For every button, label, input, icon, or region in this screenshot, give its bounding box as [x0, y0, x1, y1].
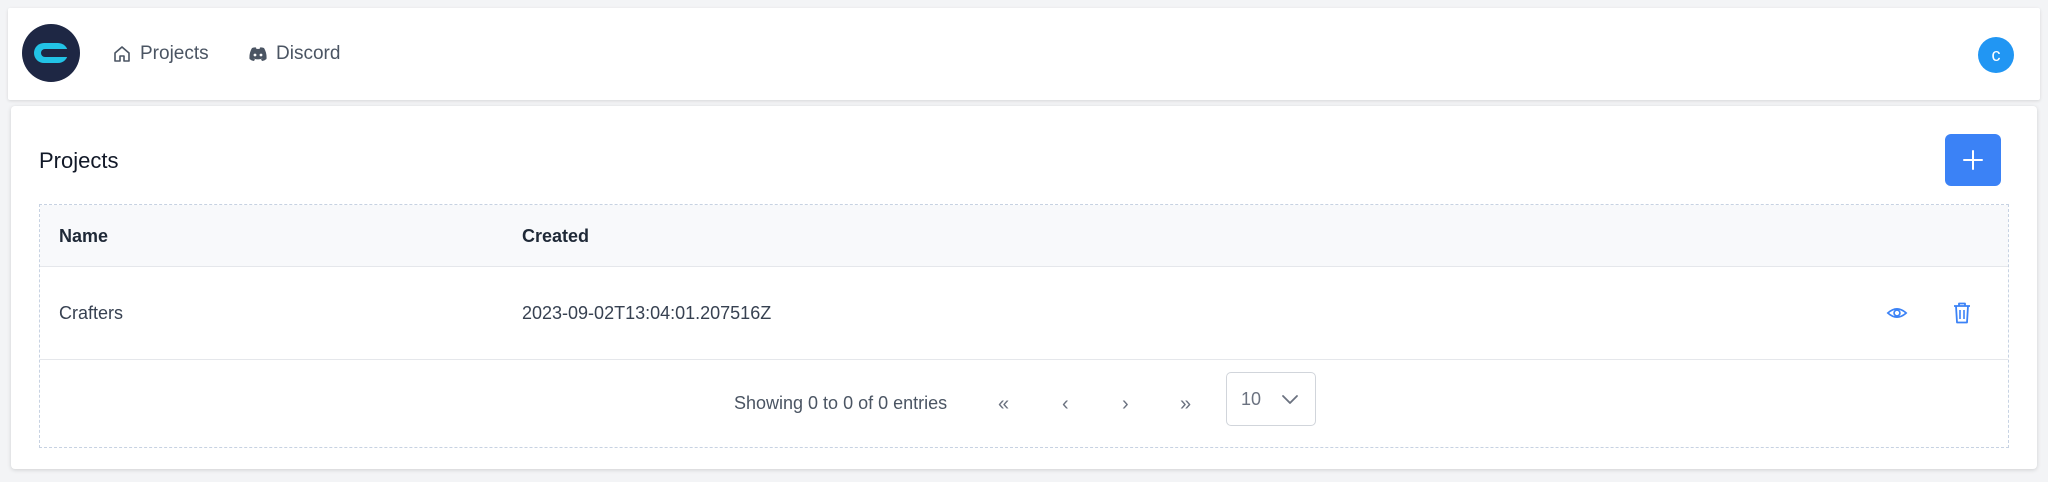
last-page-button[interactable]: »: [1180, 393, 1191, 416]
top-navbar: Projects Discord c: [8, 8, 2040, 100]
page-title: Projects: [39, 148, 119, 173]
pagination-bar: Showing 0 to 0 of 0 entries « ‹ › » 10: [40, 360, 2008, 448]
pagination-info: Showing 0 to 0 of 0 entries: [734, 393, 948, 413]
page-size-value: 10: [1241, 388, 1262, 409]
project-name-cell: Crafters: [59, 303, 124, 323]
eye-icon: [1886, 308, 1908, 318]
add-project-button[interactable]: [1945, 134, 2001, 186]
next-page-button[interactable]: ›: [1122, 393, 1129, 416]
user-avatar[interactable]: c: [1978, 37, 2014, 73]
first-page-button[interactable]: «: [998, 393, 1009, 416]
table-header: Name Created: [40, 205, 2008, 267]
app-logo[interactable]: [22, 24, 80, 82]
project-created-cell: 2023-09-02T13:04:01.207516Z: [522, 303, 772, 323]
table-row: Crafters 2023-09-02T13:04:01.207516Z: [40, 267, 2008, 360]
nav-projects-link[interactable]: Projects: [112, 8, 209, 100]
projects-card: Projects Name Created Crafters 2023-09-0…: [11, 106, 2037, 469]
nav-discord-label: Discord: [276, 43, 341, 64]
page-size-select[interactable]: 10: [1226, 372, 1316, 426]
delete-project-button[interactable]: [1951, 301, 1973, 330]
projects-table: Name Created Crafters 2023-09-02T13:04:0…: [39, 204, 2009, 448]
plus-icon: [1963, 150, 1983, 170]
view-project-button[interactable]: [1886, 302, 1908, 329]
column-header-name[interactable]: Name: [59, 226, 108, 247]
trash-icon: [1954, 302, 1970, 324]
nav-discord-link[interactable]: Discord: [248, 8, 340, 100]
discord-icon: [249, 47, 267, 61]
column-header-created[interactable]: Created: [522, 226, 589, 247]
home-icon: [114, 46, 130, 62]
logo-icon: [34, 43, 70, 63]
previous-page-button[interactable]: ‹: [1062, 393, 1069, 416]
chevron-down-icon: [1282, 395, 1298, 404]
nav-projects-label: Projects: [140, 43, 209, 64]
